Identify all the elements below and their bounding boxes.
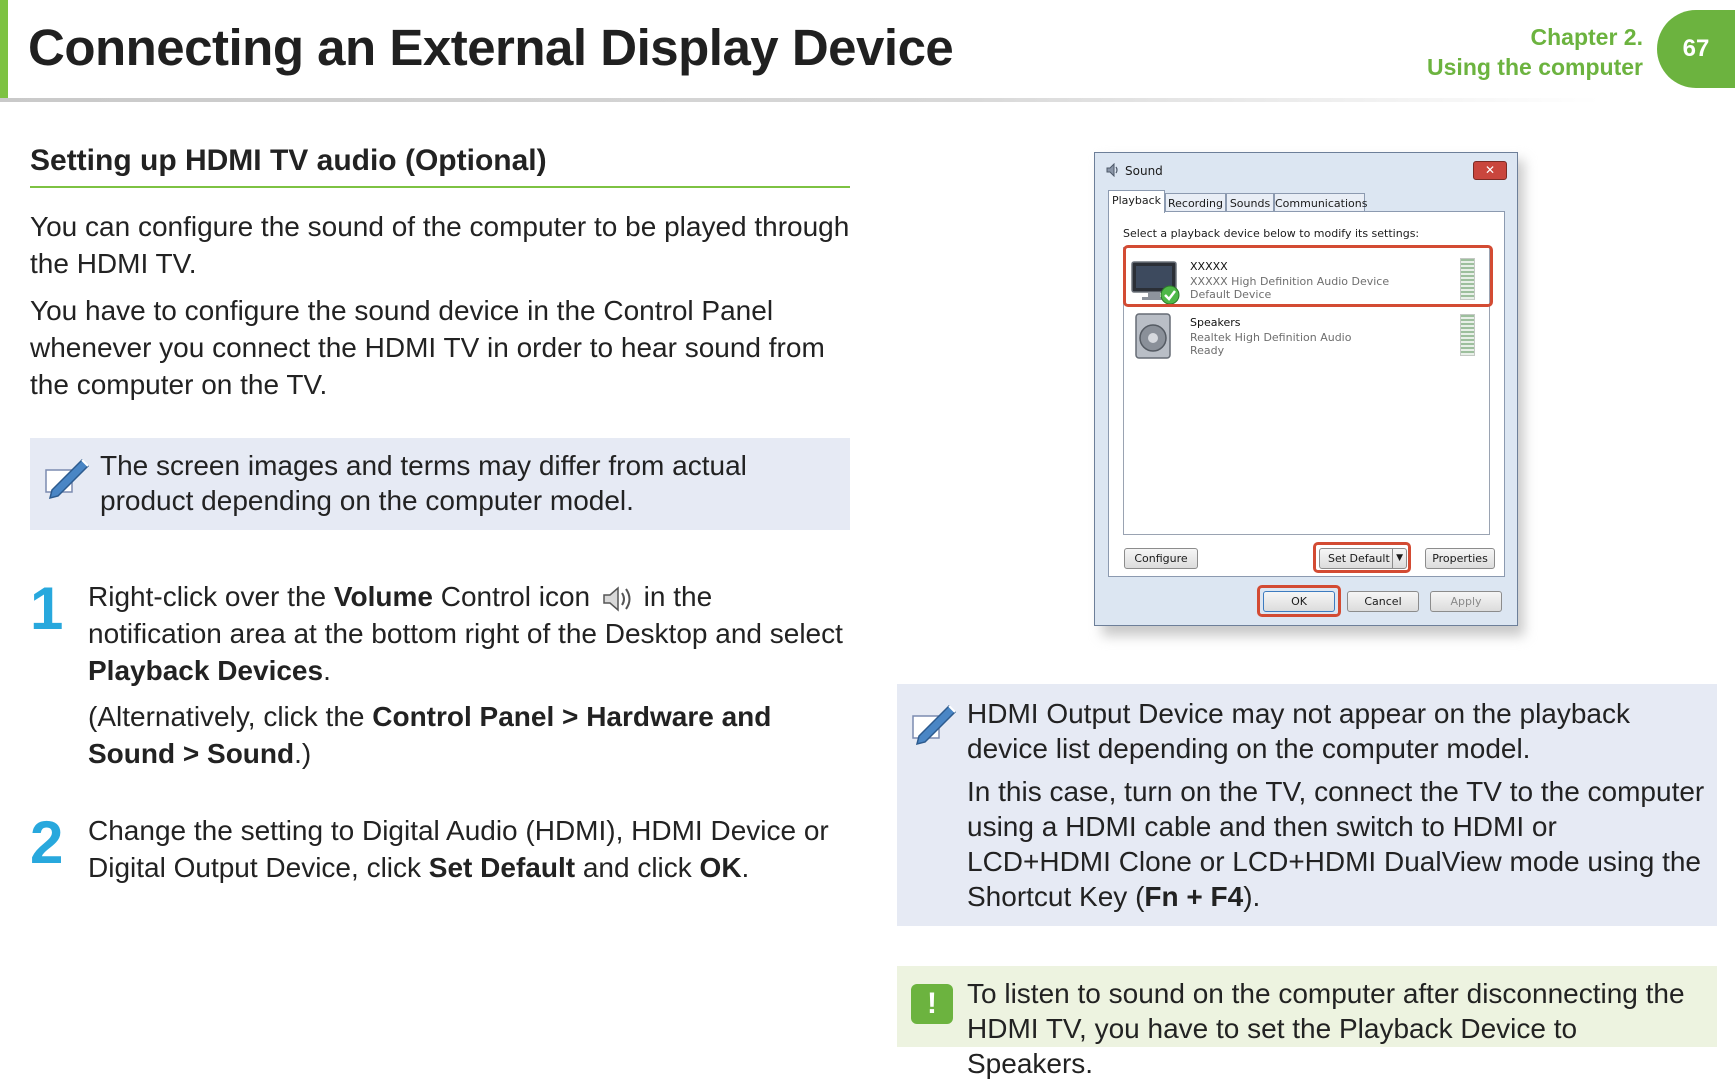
highlight-ok bbox=[1257, 585, 1341, 617]
tab-playback[interactable]: Playback bbox=[1108, 190, 1165, 213]
volume-icon bbox=[603, 585, 631, 612]
cancel-button[interactable]: Cancel bbox=[1347, 591, 1419, 612]
dialog-title: Sound bbox=[1125, 164, 1163, 178]
caution-icon: ! bbox=[911, 984, 953, 1024]
hdmi-note-box: HDMI Output Device may not appear on the… bbox=[897, 684, 1717, 926]
playback-devices-label: Playback Devices bbox=[88, 655, 324, 686]
caution-text: To listen to sound on the computer after… bbox=[967, 978, 1685, 1079]
hdmi-note-line1: HDMI Output Device may not appear on the… bbox=[967, 698, 1631, 764]
device-item-speakers[interactable]: Speakers Realtek High Definition Audio R… bbox=[1124, 306, 1489, 364]
chapter-name: Using the computer bbox=[1427, 54, 1643, 80]
highlight-default-device bbox=[1123, 245, 1493, 307]
device-status: Ready bbox=[1190, 344, 1225, 357]
tab-recording[interactable]: Recording bbox=[1165, 193, 1226, 212]
header-accent-bar bbox=[0, 0, 8, 98]
device-description: Realtek High Definition Audio bbox=[1190, 331, 1352, 344]
step-number-1: 1 bbox=[30, 575, 64, 642]
chapter-number: Chapter 2. bbox=[1530, 24, 1643, 50]
page-number-badge: 67 bbox=[1657, 10, 1735, 88]
apply-button[interactable]: Apply bbox=[1430, 591, 1502, 612]
set-default-label: Set Default bbox=[428, 852, 576, 883]
step-1-text: Right-click over the Volume Control icon… bbox=[88, 581, 843, 686]
note-box: The screen images and terms may differ f… bbox=[30, 438, 850, 530]
step-number-2: 2 bbox=[30, 809, 64, 876]
header-divider bbox=[0, 98, 1600, 102]
page-title: Connecting an External Display Device bbox=[28, 19, 954, 76]
hdmi-note-line2: In this case, turn on the TV, connect th… bbox=[967, 776, 1705, 912]
step-1-alternative: (Alternatively, click the Control Panel … bbox=[88, 701, 772, 769]
speaker-icon bbox=[1135, 313, 1171, 359]
note-pen-icon bbox=[912, 704, 957, 746]
sound-dialog: Sound ✕ Playback Recording Sounds Commun… bbox=[1094, 152, 1518, 626]
caution-box: ! To listen to sound on the computer aft… bbox=[897, 966, 1717, 1079]
intro-paragraph-1: You can configure the sound of the compu… bbox=[30, 211, 850, 279]
properties-button[interactable]: Properties bbox=[1425, 548, 1495, 569]
volume-label: Volume bbox=[333, 581, 433, 612]
tab-sounds[interactable]: Sounds bbox=[1226, 193, 1274, 212]
section-heading: Setting up HDMI TV audio (Optional) bbox=[30, 144, 850, 188]
close-button[interactable]: ✕ bbox=[1473, 161, 1507, 180]
note-pen-icon bbox=[45, 458, 90, 500]
highlight-set-default bbox=[1313, 542, 1411, 573]
dialog-instruction: Select a playback device below to modify… bbox=[1123, 227, 1420, 240]
ok-label: OK bbox=[699, 852, 742, 883]
configure-button[interactable]: Configure bbox=[1124, 548, 1198, 569]
tab-communications[interactable]: Communications bbox=[1274, 193, 1367, 212]
chapter-label: Chapter 2. Using the computer bbox=[1427, 22, 1643, 82]
shortcut-key: Fn + F4 bbox=[1144, 881, 1244, 912]
device-name: Speakers bbox=[1190, 316, 1241, 329]
note-text: The screen images and terms may differ f… bbox=[100, 450, 747, 516]
sound-title-icon bbox=[1106, 163, 1118, 177]
intro-paragraph-2: You have to configure the sound device i… bbox=[30, 295, 825, 400]
volume-meter bbox=[1460, 314, 1475, 356]
step-2-text: Change the setting to Digital Audio (HDM… bbox=[88, 815, 829, 883]
